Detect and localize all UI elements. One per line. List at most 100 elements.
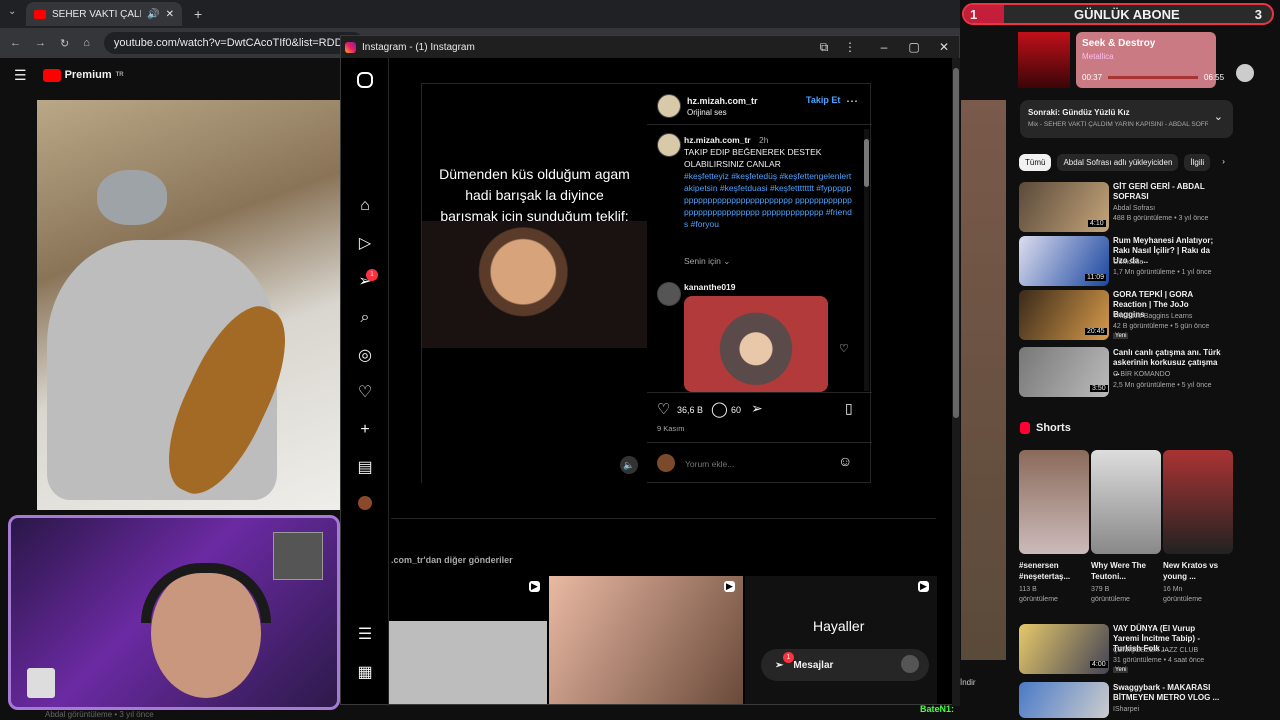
grid-post-2[interactable]: [549, 576, 743, 704]
comment-divider: [647, 442, 872, 443]
comment-input[interactable]: [685, 456, 825, 472]
minimize-icon[interactable]: –: [869, 36, 899, 58]
share-icon[interactable]: ➢: [751, 400, 763, 417]
threads-icon[interactable]: ▦: [355, 662, 375, 682]
grid-post-3[interactable]: Hayaller: [745, 576, 937, 704]
grid-post-1[interactable]: [389, 576, 547, 704]
commenter-name[interactable]: kananthe019: [684, 282, 736, 292]
author-name[interactable]: hz.mizah.com_tr: [687, 96, 758, 106]
post-media[interactable]: Dümenden küs olduğum agam hadi barışak l…: [422, 84, 647, 484]
youtube-favicon-icon: [34, 9, 46, 19]
home-icon[interactable]: ⌂: [355, 196, 375, 216]
stats-icon[interactable]: ▤: [355, 457, 375, 477]
short-thumb[interactable]: [1019, 450, 1089, 554]
chat-user: BateN1:: [920, 704, 955, 714]
related-channel: ISharpei: [1113, 706, 1140, 713]
forward-icon[interactable]: →: [35, 37, 46, 49]
instagram-logo-icon[interactable]: [357, 72, 373, 88]
related-channel: Abdal Sofrası: [1113, 205, 1156, 212]
playlist-sub: Mix - SEHER VAKTİ ÇALDIM YARİN KAPİSİNİ …: [1028, 121, 1208, 128]
tab-list-icon[interactable]: ⌄: [8, 6, 16, 17]
short-thumb[interactable]: [1163, 450, 1233, 554]
heart-icon[interactable]: ♡: [355, 382, 375, 402]
browser-tab-bar: ⌄ SEHER VAKTİ ÇALDIM YARİ 🔊 ✕ +: [0, 0, 960, 28]
track-artist: Metallica: [1082, 52, 1114, 61]
related-title[interactable]: Swaggybark - MAKARASI BİTMEYEN METRO VLO…: [1113, 683, 1221, 703]
caption-avatar[interactable]: [657, 133, 681, 157]
youtube-logo[interactable]: Premium TR: [42, 68, 124, 82]
comment-count: 60: [731, 405, 742, 415]
related-thumb[interactable]: [1019, 682, 1109, 718]
related-channel: ÇEMİŞGEZEK JAZZ CLUB: [1113, 647, 1199, 654]
page-scroll-thumb[interactable]: [953, 68, 959, 418]
instagram-window: Instagram - (1) Instagram ⧉ ⋮ – ▢ ✕ ⌂ ▷ …: [340, 35, 960, 706]
section-divider: [391, 518, 936, 519]
short-title[interactable]: New Kratos vs young ...: [1163, 560, 1219, 582]
short-views: 113 B görüntüleme: [1019, 586, 1058, 603]
menu-icon[interactable]: ☰: [355, 624, 375, 644]
avatar-icon[interactable]: [1236, 64, 1254, 82]
instagram-favicon-icon: [345, 41, 356, 53]
header-divider: [647, 124, 872, 125]
for-you-label[interactable]: Senin için ⌄: [684, 256, 730, 267]
commenter-self-avatar: [657, 454, 675, 472]
profile-avatar[interactable]: [358, 496, 372, 510]
reels-icon[interactable]: ▷: [355, 233, 375, 253]
chip-related[interactable]: İlgili: [1184, 154, 1211, 171]
caption-block: hz.mizah.com_tr 2h TAKIP EDIP BEĞENEREK …: [684, 134, 854, 230]
messages-badge: 1: [783, 652, 794, 663]
related-channel: The JoJo Baggins Learns: [1113, 313, 1193, 320]
comment-like-icon[interactable]: ♡: [839, 342, 849, 355]
download-label[interactable]: İndir: [960, 678, 976, 687]
related-channel: Gumoose: [1113, 259, 1144, 266]
short-title[interactable]: #senersen #neşetertaş...: [1019, 560, 1075, 582]
comment-image[interactable]: [684, 296, 828, 392]
close-window-icon[interactable]: ✕: [929, 36, 959, 58]
instagram-sidebar: ⌂ ▷ ➢ 1 ⌕ ◎ ♡ + ▤ ☰ ▦: [341, 58, 389, 706]
create-icon[interactable]: +: [355, 420, 375, 440]
related-meta: 42 B görüntüleme • 5 gün önce: [1113, 323, 1210, 330]
chevron-right-icon[interactable]: ›: [1216, 154, 1231, 171]
chip-uploader[interactable]: Abdal Sofrası adlı yükleyiciden: [1057, 154, 1179, 171]
bookmark-icon[interactable]: ▯: [845, 400, 853, 417]
caption-author[interactable]: hz.mizah.com_tr: [684, 135, 751, 145]
search-icon[interactable]: ⌕: [355, 308, 375, 328]
messages-avatar: [901, 655, 919, 673]
reel-icon: ▶: [529, 581, 540, 592]
volume-icon[interactable]: 🔈: [620, 456, 638, 474]
reload-icon[interactable]: ↻: [60, 37, 69, 50]
home-icon[interactable]: ⌂: [83, 37, 90, 49]
caption-hashtags[interactable]: #keşfetteyiz #keşfetedüş #keşfettengelen…: [684, 170, 854, 230]
back-icon[interactable]: ←: [10, 37, 21, 49]
related-meta: 1,7 Mn görüntüleme • 1 yıl önce: [1113, 269, 1212, 276]
short-title[interactable]: Why Were The Teutoni...: [1091, 560, 1153, 582]
maximize-icon[interactable]: ▢: [899, 36, 929, 58]
browser-tab[interactable]: SEHER VAKTİ ÇALDIM YARİ 🔊 ✕: [26, 2, 182, 26]
more-options-icon[interactable]: ⋮: [835, 36, 865, 58]
close-tab-icon[interactable]: ✕: [166, 9, 174, 20]
related-meta: 488 B görüntüleme • 3 yıl önce: [1113, 215, 1209, 222]
audio-label[interactable]: Orijinal ses: [687, 108, 727, 117]
comment-icon[interactable]: ◯: [711, 400, 728, 418]
follow-button[interactable]: Takip Et: [806, 95, 840, 105]
chip-all[interactable]: Tümü: [1019, 154, 1052, 171]
menu-icon[interactable]: ☰: [14, 67, 27, 84]
post-header: [657, 94, 681, 118]
new-badge: Yeni: [1113, 333, 1129, 339]
new-tab-icon[interactable]: +: [194, 6, 202, 22]
author-avatar[interactable]: [657, 94, 681, 118]
explore-icon[interactable]: ◎: [355, 345, 375, 365]
url-field[interactable]: youtube.com/watch?v=DwtCAcoTIf0&list=RDD…: [103, 32, 364, 54]
short-thumb[interactable]: [1091, 450, 1161, 554]
subscriber-goal-overlay: 1 GÜNLÜK ABONE 3: [962, 3, 1274, 25]
chevron-down-icon[interactable]: ⌄: [1214, 110, 1223, 123]
emoji-icon[interactable]: ☺: [838, 453, 852, 469]
commenter-avatar[interactable]: [657, 282, 681, 306]
related-title[interactable]: GİT GERİ GERİ - ABDAL SOFRASI: [1113, 182, 1221, 202]
audio-icon[interactable]: 🔊: [147, 9, 159, 20]
comments-scroll-thumb[interactable]: [864, 139, 869, 187]
like-icon[interactable]: ♡: [657, 400, 670, 418]
more-icon[interactable]: ⋯: [846, 94, 858, 108]
video-player[interactable]: [37, 100, 340, 510]
playlist-next-panel[interactable]: Sonraki: Gündüz Yüzlü Kız Mix - SEHER VA…: [1020, 100, 1233, 138]
